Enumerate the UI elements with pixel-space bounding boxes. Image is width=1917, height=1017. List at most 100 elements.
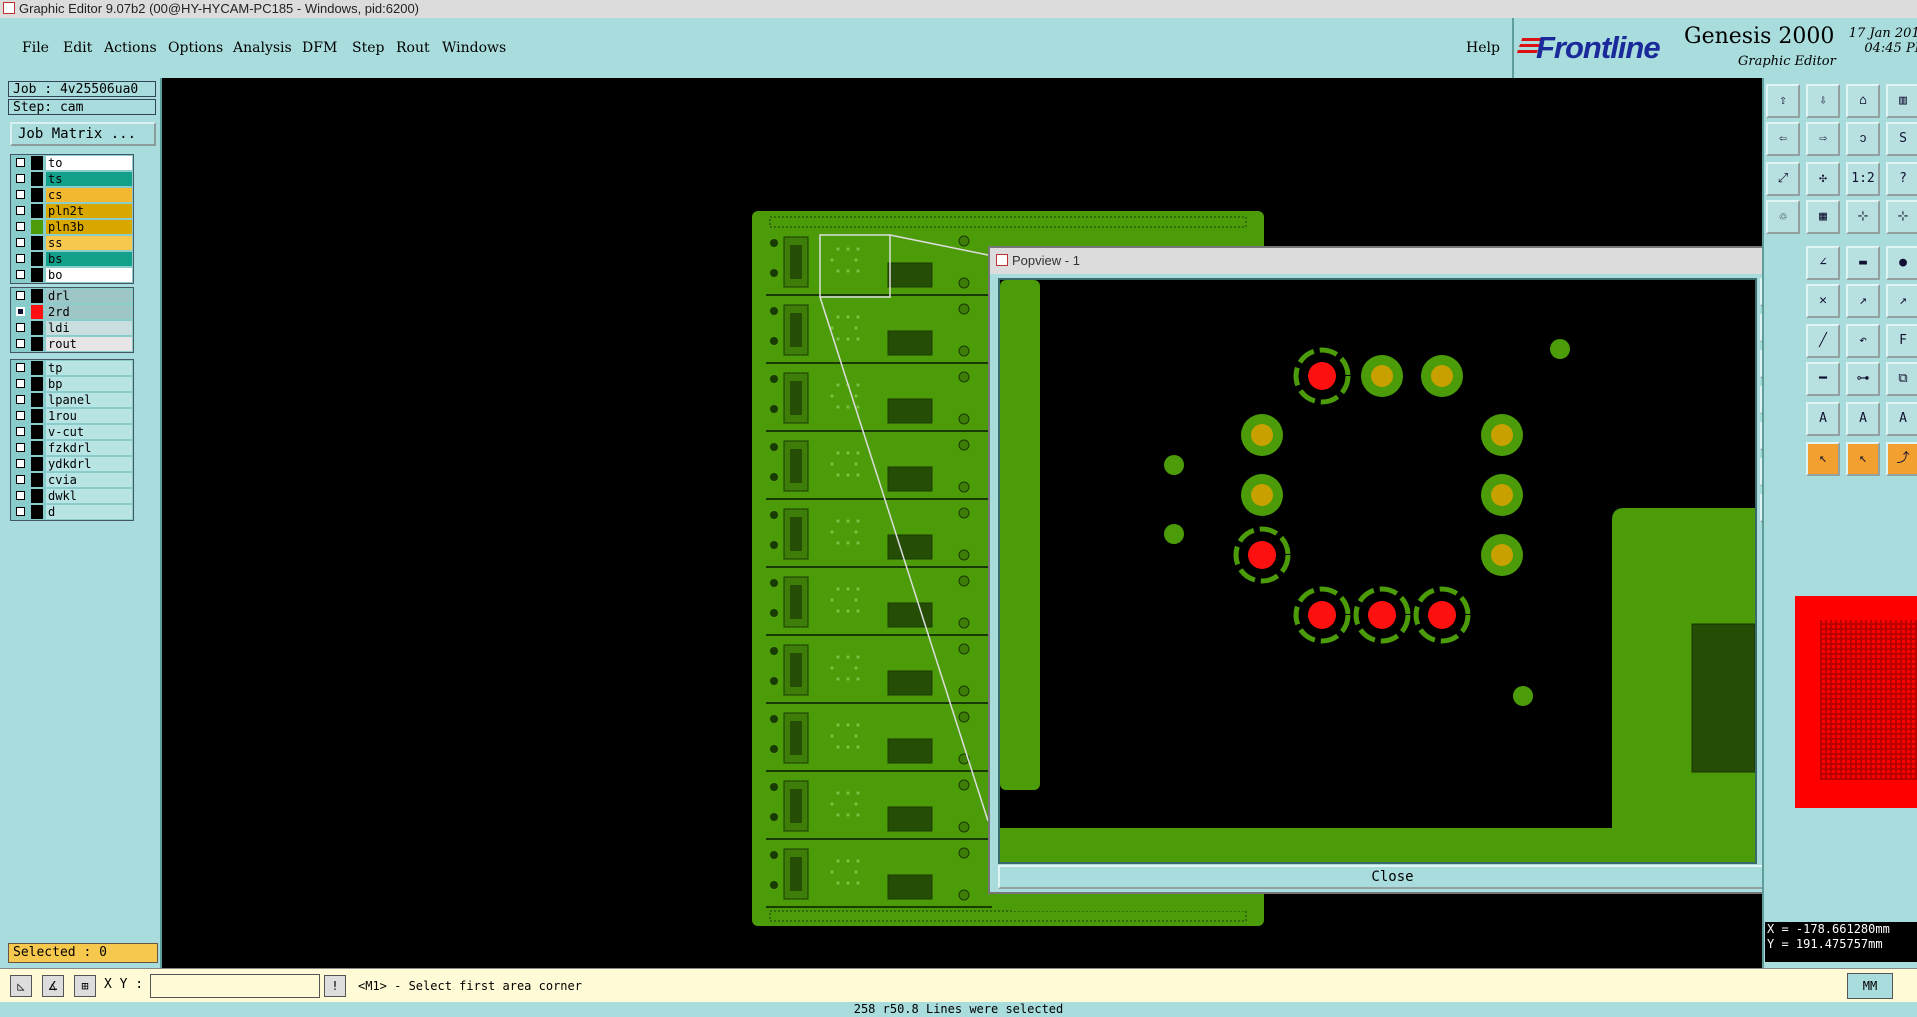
layer-name[interactable]: ss	[46, 236, 132, 250]
save-icon[interactable]: ⇩	[1806, 84, 1840, 118]
minus-icon[interactable]: ━	[1806, 362, 1840, 396]
layer-checkbox[interactable]	[16, 206, 25, 215]
layer-row-cs[interactable]: cs	[11, 187, 133, 203]
line-add-icon[interactable]: ↗	[1846, 284, 1880, 318]
layer-row-drl[interactable]: drl	[11, 288, 133, 304]
menu-help[interactable]: Help	[1466, 40, 1500, 56]
rout-icon[interactable]: ↄ	[1846, 122, 1880, 156]
layer-color-swatch[interactable]	[31, 188, 43, 202]
layer-checkbox[interactable]	[16, 291, 25, 300]
layer-name[interactable]: v-cut	[46, 425, 132, 439]
polygon-edit-icon[interactable]: A	[1886, 402, 1917, 436]
layer-color-swatch[interactable]	[31, 204, 43, 218]
layer-name[interactable]: drl	[46, 289, 132, 303]
layer-name[interactable]: pln3b	[46, 220, 132, 234]
layer-row-ss[interactable]: ss	[11, 235, 133, 251]
xy-input[interactable]	[150, 974, 320, 998]
layer-row-2rd[interactable]: 2rd	[11, 304, 133, 320]
layer-color-swatch[interactable]	[31, 425, 43, 439]
undo-icon[interactable]: ⇦	[1766, 122, 1800, 156]
layer-color-swatch[interactable]	[31, 457, 43, 471]
units-button[interactable]: MM	[1847, 973, 1893, 999]
grid-mode-icon[interactable]: ⊞	[74, 975, 96, 997]
layer-row-pln2t[interactable]: pln2t	[11, 203, 133, 219]
layer-row-pln3b[interactable]: pln3b	[11, 219, 133, 235]
layer-row-to[interactable]: to	[11, 155, 133, 171]
layer-checkbox[interactable]	[16, 307, 25, 316]
layer-name[interactable]: 2rd	[46, 305, 132, 319]
layer-checkbox[interactable]	[16, 395, 25, 404]
pad-icon[interactable]: ●	[1886, 246, 1917, 280]
layer-color-swatch[interactable]	[31, 441, 43, 455]
redo-icon[interactable]: ⇨	[1806, 122, 1840, 156]
snap-mode-icon[interactable]: ◺	[10, 975, 32, 997]
layer-row-bp[interactable]: bp	[11, 376, 133, 392]
layer-row-cvia[interactable]: cvia	[11, 472, 133, 488]
select-icon[interactable]: ↖	[1806, 442, 1840, 476]
layer-name[interactable]: ydkdrl	[46, 457, 132, 471]
menu-analysis[interactable]: Analysis	[233, 40, 292, 56]
layer-name[interactable]: cs	[46, 188, 132, 202]
layer-row-fzkdrl[interactable]: fzkdrl	[11, 440, 133, 456]
layer-row-1rou[interactable]: 1rou	[11, 408, 133, 424]
layer-color-swatch[interactable]	[31, 393, 43, 407]
popview-canvas[interactable]	[998, 278, 1757, 864]
layer-checkbox[interactable]	[16, 190, 25, 199]
layer-name[interactable]: bo	[46, 268, 132, 282]
angle-mode-icon[interactable]: ∡	[42, 975, 64, 997]
text-icon[interactable]: F	[1886, 324, 1917, 358]
grid-icon[interactable]: ▦	[1806, 200, 1840, 234]
menu-actions[interactable]: Actions	[104, 40, 157, 56]
layer-row-tp[interactable]: tp	[11, 360, 133, 376]
arc-icon[interactable]: ↶	[1846, 324, 1880, 358]
measure-icon[interactable]: ♲	[1766, 200, 1800, 234]
line-edit-icon[interactable]: ↗	[1886, 284, 1917, 318]
move-icon[interactable]: ⊶	[1846, 362, 1880, 396]
layer-color-swatch[interactable]	[31, 337, 43, 351]
layer-checkbox[interactable]	[16, 363, 25, 372]
home-icon[interactable]: ⌂	[1846, 84, 1880, 118]
layer-color-swatch[interactable]	[31, 268, 43, 282]
ruler-icon[interactable]: ▬	[1846, 246, 1880, 280]
open-icon[interactable]: ⇧	[1766, 84, 1800, 118]
help-icon[interactable]: ?	[1886, 162, 1917, 196]
layer-name[interactable]: pln2t	[46, 204, 132, 218]
layer-checkbox[interactable]	[16, 339, 25, 348]
diagonal-icon[interactable]: ╱	[1806, 324, 1840, 358]
layer-color-swatch[interactable]	[31, 156, 43, 170]
layer-name[interactable]: 1rou	[46, 409, 132, 423]
select-net-icon[interactable]: ⤴	[1886, 442, 1917, 476]
layer-checkbox[interactable]	[16, 238, 25, 247]
layer-name[interactable]: to	[46, 156, 132, 170]
layer-name[interactable]: ts	[46, 172, 132, 186]
menu-options[interactable]: Options	[168, 40, 223, 56]
layer-checkbox[interactable]	[16, 475, 25, 484]
layer-checkbox[interactable]	[16, 379, 25, 388]
layer-color-swatch[interactable]	[31, 172, 43, 186]
info-icon[interactable]: !	[324, 975, 346, 997]
layer-row-lpanel[interactable]: lpanel	[11, 392, 133, 408]
layer-color-swatch[interactable]	[31, 321, 43, 335]
zoom-fit-icon[interactable]: ⤢	[1766, 162, 1800, 196]
menu-dfm[interactable]: DFM	[302, 40, 337, 56]
menu-step[interactable]: Step	[352, 40, 384, 56]
select-area-icon[interactable]: ↖	[1846, 442, 1880, 476]
layer-color-swatch[interactable]	[31, 236, 43, 250]
layer-name[interactable]: dwkl	[46, 489, 132, 503]
cross-icon[interactable]: ✕	[1806, 284, 1840, 318]
polygon-fill-icon[interactable]: A	[1846, 402, 1880, 436]
layer-checkbox[interactable]	[16, 443, 25, 452]
snap-icon[interactable]: ⊹	[1846, 200, 1880, 234]
layer-row-d[interactable]: d	[11, 504, 133, 520]
layer-checkbox[interactable]	[16, 158, 25, 167]
layer-color-swatch[interactable]	[31, 489, 43, 503]
layer-checkbox[interactable]	[16, 491, 25, 500]
scale-icon[interactable]: 1:2	[1846, 162, 1880, 196]
polygon-icon[interactable]: A	[1806, 402, 1840, 436]
layer-color-swatch[interactable]	[31, 252, 43, 266]
layer-row-ts[interactable]: ts	[11, 171, 133, 187]
layer-row-rout[interactable]: rout	[11, 336, 133, 352]
job-matrix-button[interactable]: Job Matrix ...	[10, 122, 156, 146]
layer-checkbox[interactable]	[16, 222, 25, 231]
layer-row-dwkl[interactable]: dwkl	[11, 488, 133, 504]
